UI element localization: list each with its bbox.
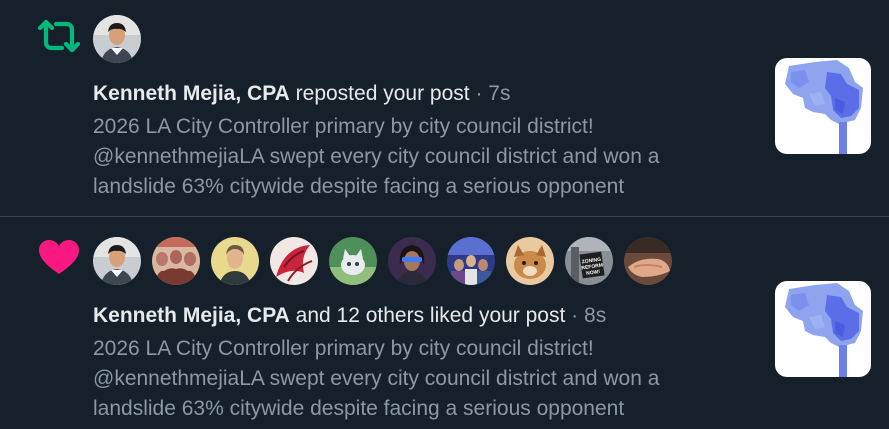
post-line: 2026 LA City Controller primary by city … [93, 337, 594, 360]
crowd-avatar[interactable] [447, 237, 495, 285]
user-name-link[interactable]: Kenneth Mejia, CPA [93, 82, 290, 105]
dog-avatar[interactable] [506, 237, 554, 285]
action-text: and 12 others liked your post [295, 304, 566, 327]
heart-icon [39, 240, 79, 274]
post-line: @kennethmejiaLA swept every city council… [93, 145, 660, 168]
post-line: landslide 63% citywide despite facing a … [93, 397, 625, 420]
post-line: 2026 LA City Controller primary by city … [93, 115, 594, 138]
kenneth-mejia-avatar[interactable] [93, 237, 141, 285]
woman-avatar[interactable] [388, 237, 436, 285]
red-drawing-avatar[interactable] [270, 237, 318, 285]
separator-dot: · [571, 304, 579, 327]
action-text: reposted your post [295, 82, 470, 105]
avatar-row: ZONING REFORM NOW! [93, 237, 672, 285]
timestamp[interactable]: 7s [488, 82, 510, 105]
kenneth-mejia-avatar[interactable] [93, 15, 141, 63]
group-photo-avatar[interactable] [152, 237, 200, 285]
avatar-row [93, 15, 141, 63]
user-name-link[interactable]: Kenneth Mejia, CPA [93, 304, 290, 327]
notification-like[interactable]: ZONING REFORM NOW! Kenneth Mejia, CPA an… [0, 217, 889, 429]
post-line: landslide 63% citywide despite facing a … [93, 175, 625, 198]
district-map-thumbnail[interactable] [775, 58, 871, 154]
district-map-thumbnail[interactable] [775, 281, 871, 377]
timestamp[interactable]: 8s [584, 304, 606, 327]
zoning-sign-avatar[interactable]: ZONING REFORM NOW! [565, 237, 613, 285]
post-line: @kennethmejiaLA swept every city council… [93, 367, 660, 390]
post-preview-text[interactable]: 2026 LA City Controller primary by city … [93, 112, 743, 202]
separator-dot: · [475, 82, 483, 105]
notification-headline: Kenneth Mejia, CPA and 12 others liked y… [93, 303, 606, 329]
notification-repost[interactable]: Kenneth Mejia, CPA reposted your post · … [0, 0, 889, 216]
portrait-avatar[interactable] [211, 237, 259, 285]
post-preview-text[interactable]: 2026 LA City Controller primary by city … [93, 334, 743, 424]
hand-avatar[interactable] [624, 237, 672, 285]
notification-headline: Kenneth Mejia, CPA reposted your post · … [93, 81, 510, 107]
cat-avatar[interactable] [329, 237, 377, 285]
repost-icon [37, 19, 81, 53]
